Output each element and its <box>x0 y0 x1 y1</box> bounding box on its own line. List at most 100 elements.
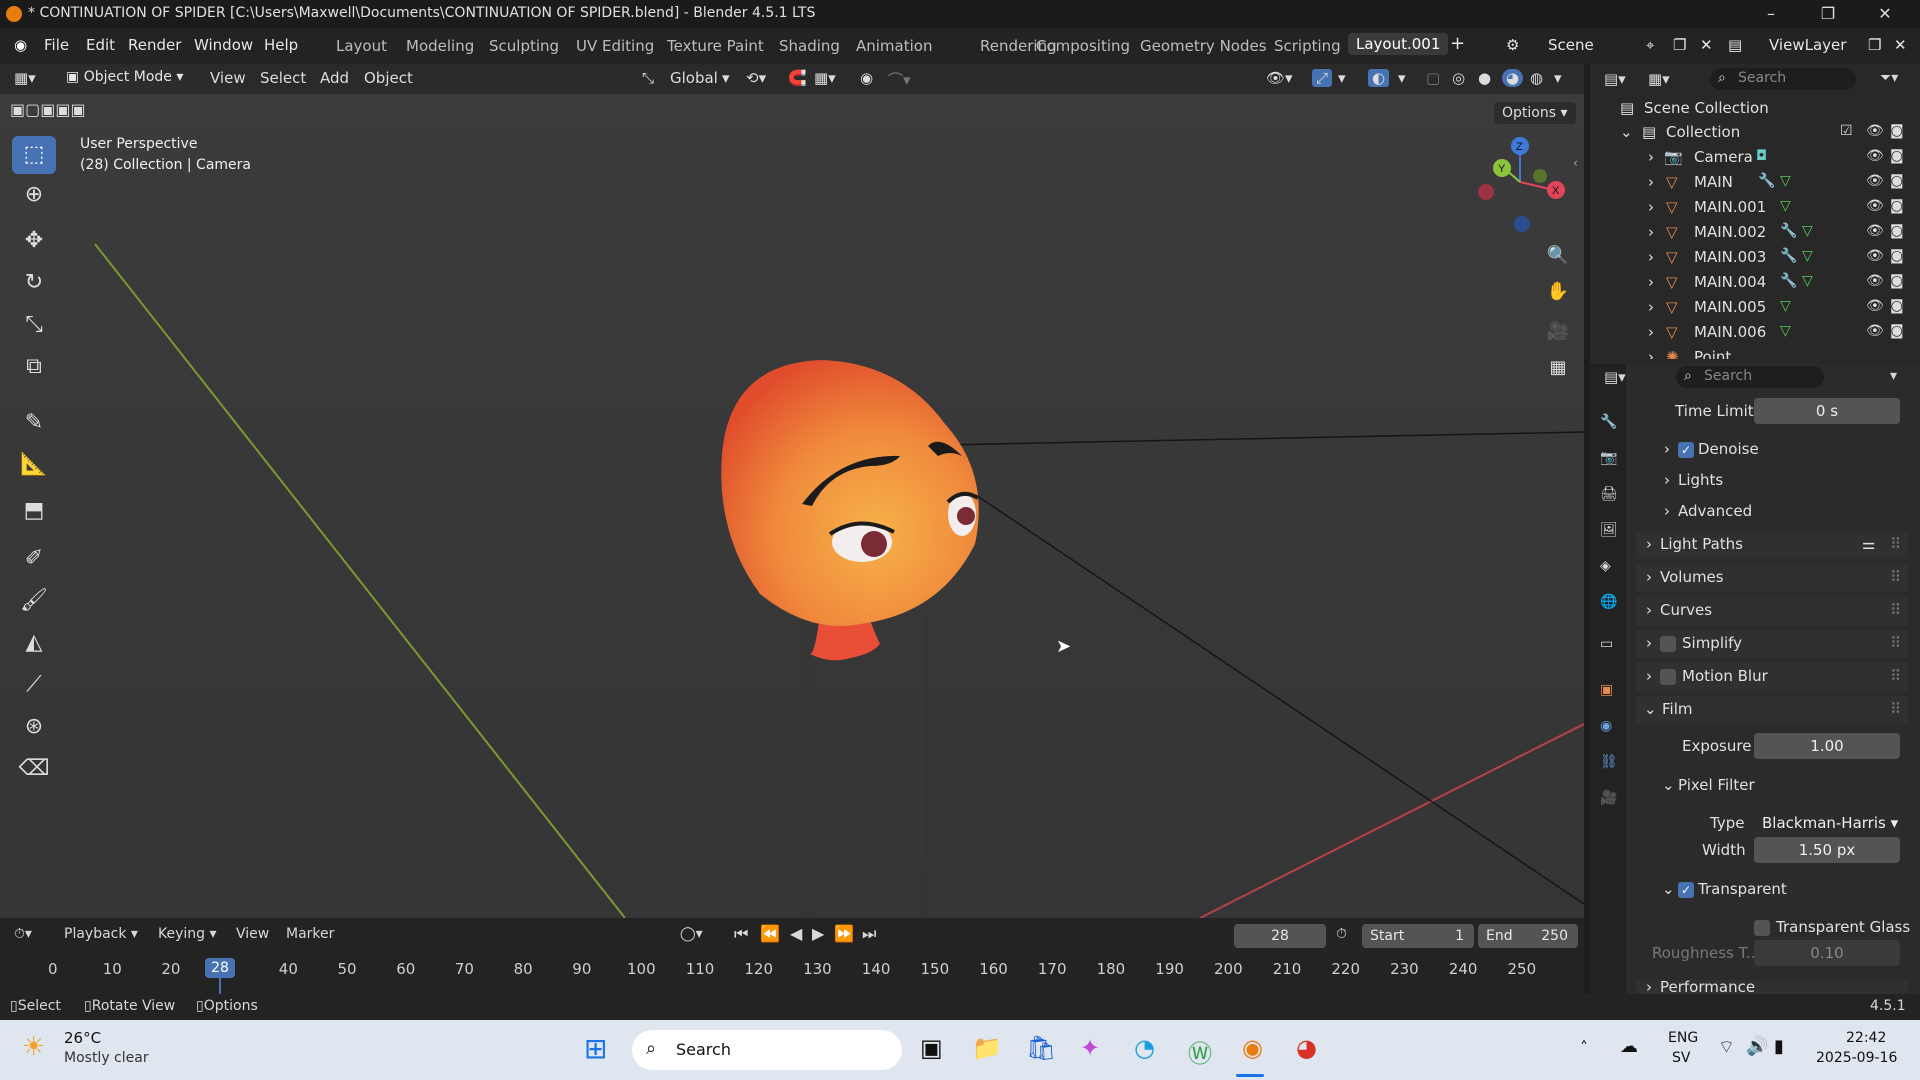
drag-handle-icon[interactable]: ⠿ <box>1890 634 1901 652</box>
tree-item-main-005[interactable]: › ▽ MAIN.005 ▽ 👁 ◙ <box>1590 295 1920 320</box>
pixel-filter-subpanel-header[interactable]: ⌄ Pixel Filter <box>1640 772 1900 800</box>
chevron-right-icon[interactable]: › <box>1646 601 1652 619</box>
move-tool-icon[interactable]: ✥ <box>12 222 56 260</box>
eye-icon[interactable]: 👁 <box>1866 173 1884 189</box>
rotate-tool-icon[interactable]: ↻ <box>12 264 56 302</box>
scene-selector-icon[interactable]: ⚙ <box>1506 36 1519 54</box>
overlay-toggle-icon[interactable]: ◐ <box>1368 69 1390 87</box>
menu-view[interactable]: View <box>210 69 246 87</box>
delete-scene-icon[interactable]: ✕ <box>1700 36 1713 54</box>
tab-sculpting[interactable]: Sculpting <box>489 37 559 55</box>
simplify-checkbox[interactable] <box>1660 636 1676 652</box>
tab-animation[interactable]: Animation <box>856 37 932 55</box>
3d-viewport[interactable]: ▣▢▣▣▣ User Perspective (28) Collection |… <box>0 94 1584 918</box>
pivot-icon[interactable]: ⟲▾ <box>746 69 766 87</box>
display-mode-icon[interactable]: ▦▾ <box>1648 70 1670 88</box>
orientation-icon[interactable]: ⤡ <box>642 69 654 87</box>
camera-data-tab-icon[interactable]: 🎥 <box>1600 790 1617 806</box>
scale-tool-icon[interactable]: ⤡ <box>12 306 56 344</box>
annotate-tool-icon[interactable]: ✎ <box>12 404 56 442</box>
gizmo-toggle-icon[interactable]: ⤢ <box>1312 69 1333 87</box>
properties-editor-icon[interactable]: ▤▾ <box>1604 368 1626 386</box>
filter-type-dropdown[interactable]: Blackman-Harris ▾ <box>1754 810 1900 836</box>
eye-icon[interactable]: 👁 <box>1866 123 1884 139</box>
windows-start-icon[interactable]: ⊞ <box>584 1032 607 1065</box>
drag-handle-icon[interactable]: ⠿ <box>1890 535 1901 553</box>
sidebar-toggle-icon[interactable]: ‹ <box>1573 156 1578 170</box>
outliner-search-field[interactable]: ⌕ Search <box>1710 68 1856 90</box>
chevron-right-icon[interactable]: › <box>1648 148 1654 166</box>
menu-edit[interactable]: Edit <box>86 36 115 54</box>
scene-tab-icon[interactable]: ◈ <box>1600 558 1611 574</box>
chevron-right-icon[interactable]: › <box>1646 634 1652 652</box>
edge-browser-icon[interactable]: ◔ <box>1134 1034 1155 1062</box>
exposure-field[interactable]: 1.00 <box>1754 733 1900 759</box>
chevron-right-icon[interactable]: › <box>1646 568 1652 586</box>
taskbar-search-box[interactable]: ⌕ Search <box>632 1030 902 1070</box>
curves-panel-header[interactable]: › Curves ⠿ <box>1636 597 1908 625</box>
advanced-row[interactable]: › Advanced <box>1640 498 1900 526</box>
onedrive-cloud-icon[interactable]: ☁ <box>1620 1036 1638 1057</box>
tree-item-main[interactable]: › ▽ MAIN 🔧 ▽ 👁 ◙ <box>1590 170 1920 195</box>
cursor-tool-icon[interactable]: ⊕ <box>12 176 56 214</box>
timeline-ruler[interactable]: 0 10 20 40 50 60 70 80 90 100 110 120 130 140 150 160 17… <box>0 918 1584 994</box>
editor-type-icon[interactable]: ▦▾ <box>14 69 36 87</box>
chrome-browser-icon[interactable]: ◕ <box>1296 1034 1317 1062</box>
eye-icon[interactable]: 👁 <box>1866 198 1884 214</box>
transparent-subpanel-header[interactable]: ⌄ ✓ Transparent <box>1640 876 1900 904</box>
gizmo-neg-y-dot[interactable] <box>1533 169 1547 183</box>
constraints-tab-icon[interactable]: ⛓ <box>1600 754 1618 770</box>
erase-tool-icon[interactable]: ⌫ <box>12 750 56 788</box>
motion-blur-checkbox[interactable] <box>1660 669 1676 685</box>
app-icon[interactable]: Ⓦ <box>1188 1034 1212 1069</box>
scene-name[interactable]: Scene <box>1548 36 1594 54</box>
view-layer-tab-icon[interactable]: 🖼 <box>1600 522 1618 538</box>
render-camera-icon[interactable]: ◙ <box>1890 198 1904 214</box>
blender-menu-icon[interactable]: ◉ <box>14 36 27 54</box>
viewport-options-button[interactable]: Options ▾ <box>1494 102 1576 124</box>
light-paths-panel-header[interactable]: › Light Paths ⚌ ⠿ <box>1636 531 1908 559</box>
denoise-row[interactable]: › ✓ Denoise <box>1640 436 1900 464</box>
tree-item-main-003[interactable]: › ▽ MAIN.003 🔧 ▽ 👁 ◙ <box>1590 245 1920 270</box>
tab-texture-paint[interactable]: Texture Paint <box>667 37 764 55</box>
orientation-selector[interactable]: Global <box>670 69 718 87</box>
zoom-icon[interactable]: 🔍 <box>1542 240 1574 272</box>
chevron-down-icon[interactable]: ⌄ <box>1644 700 1657 718</box>
render-camera-icon[interactable]: ◙ <box>1890 273 1904 289</box>
performance-panel-header[interactable]: › Performance <box>1636 980 1908 994</box>
render-camera-icon[interactable]: ◙ <box>1890 298 1904 314</box>
tree-item-point[interactable]: › ✺ Point <box>1590 345 1920 359</box>
menu-help[interactable]: Help <box>264 36 298 54</box>
time-limit-field[interactable]: 0 s <box>1754 398 1900 424</box>
tree-item-main-004[interactable]: › ▽ MAIN.004 🔧 ▽ 👁 ◙ <box>1590 270 1920 295</box>
eye-icon[interactable]: 👁 <box>1866 248 1884 264</box>
tab-compositing[interactable]: Compositing <box>1036 37 1130 55</box>
tree-collection[interactable]: ⌄ ▤ Collection ☑ 👁 ◙ <box>1590 120 1920 145</box>
chevron-right-icon[interactable]: › <box>1664 471 1670 489</box>
chevron-right-icon[interactable]: › <box>1648 298 1654 316</box>
tab-layout-001[interactable]: Layout.001 <box>1348 33 1449 55</box>
drag-handle-icon[interactable]: ⠿ <box>1890 667 1901 685</box>
render-camera-icon[interactable]: ◙ <box>1890 323 1904 339</box>
outliner-editor-icon[interactable]: ▤▾ <box>1604 70 1626 88</box>
filter-icon[interactable]: ⏷▾ <box>1880 70 1898 86</box>
denoise-checkbox[interactable]: ✓ <box>1678 442 1694 458</box>
chevron-down-icon[interactable]: ▾ <box>1338 69 1346 87</box>
film-panel-header[interactable]: ⌄ Film ⠿ <box>1636 696 1908 724</box>
navigation-gizmo[interactable]: Z X Y <box>1470 134 1570 234</box>
material-shading-icon[interactable]: ◕ <box>1502 69 1524 87</box>
rendered-shading-icon[interactable]: ◍ <box>1530 69 1543 87</box>
tree-item-camera[interactable]: › 📷 Camera ◘ 👁 ◙ <box>1590 145 1920 170</box>
menu-window[interactable]: Window <box>194 36 253 54</box>
tab-shading[interactable]: Shading <box>779 37 840 55</box>
output-tab-icon[interactable]: 🖨 <box>1600 486 1618 502</box>
camera-view-icon[interactable]: 🎥 <box>1542 316 1574 348</box>
transparent-glass-row[interactable]: Transparent Glass <box>1640 914 1910 942</box>
eye-icon[interactable]: 👁 <box>1866 148 1884 164</box>
render-camera-icon[interactable]: ◙ <box>1890 248 1904 264</box>
tab-geometry-nodes[interactable]: Geometry Nodes <box>1140 37 1267 55</box>
chevron-right-icon[interactable]: › <box>1648 198 1654 216</box>
chevron-right-icon[interactable]: › <box>1664 440 1670 458</box>
maximize-button[interactable]: ❐ <box>1813 4 1843 24</box>
measure-tool-icon[interactable]: 📐 <box>12 446 56 484</box>
